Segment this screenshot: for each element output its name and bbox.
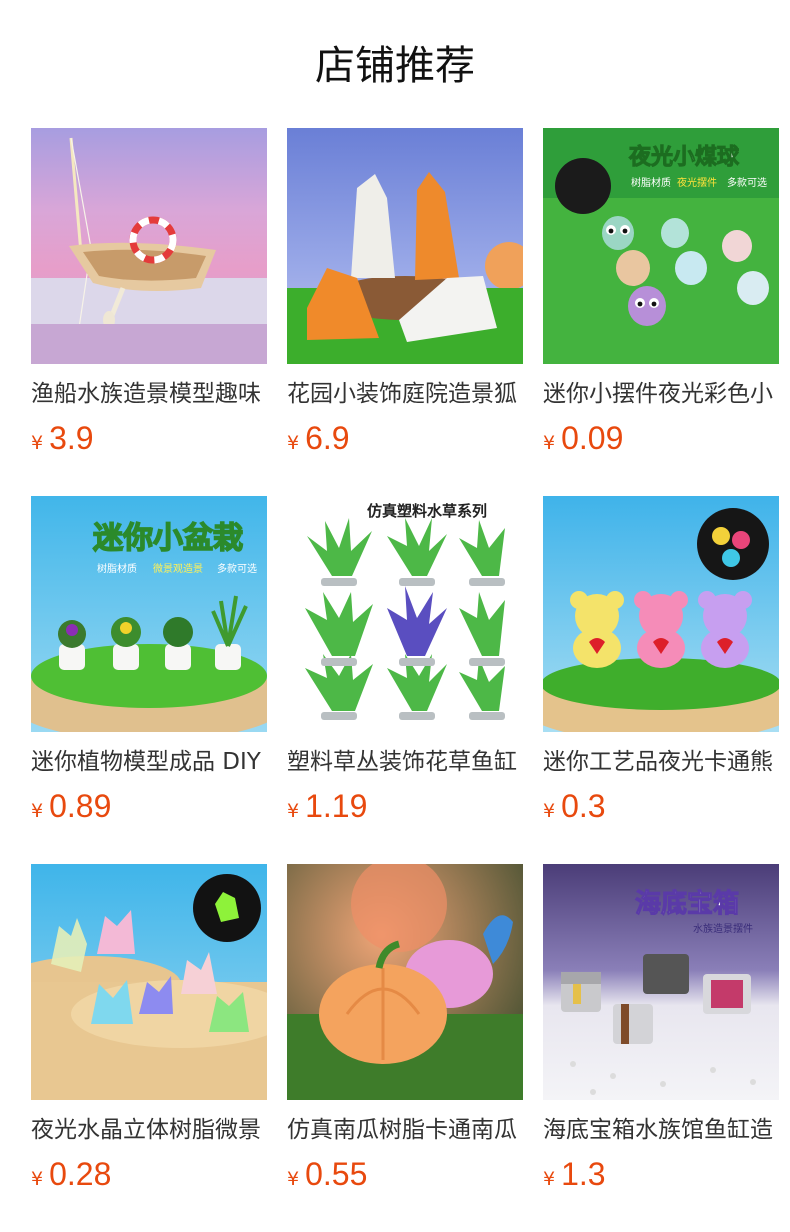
product-price: ¥0.89	[31, 786, 267, 826]
banner-subtitle: 水族造景摆件	[693, 922, 753, 935]
product-name[interactable]: 花园小装饰庭院造景狐	[287, 378, 523, 410]
product-image-fox-figurines[interactable]	[287, 128, 523, 364]
product-price: ¥0.28	[31, 1154, 267, 1194]
product-name[interactable]: 夜光水晶立体树脂微景	[31, 1114, 267, 1146]
product-name[interactable]: 渔船水族造景模型趣味	[31, 378, 267, 410]
product-price: ¥0.55	[287, 1154, 523, 1194]
banner-tag: 多款可选	[727, 176, 767, 189]
product-image-plastic-water-plants[interactable]: 仿真塑料水草系列	[287, 496, 523, 732]
currency-symbol: ¥	[31, 800, 44, 822]
currency-symbol: ¥	[543, 800, 556, 822]
banner-tag: 夜光摆件	[677, 176, 717, 189]
product-image-resin-pumpkins[interactable]	[287, 864, 523, 1100]
product-image-glow-soot-balls[interactable]: 夜光小煤球 树脂材质 夜光摆件 多款可选	[543, 128, 779, 364]
product-card[interactable]: 海底宝箱 水族造景摆件 海底宝箱水族馆鱼缸造 ¥1.3	[543, 864, 779, 1194]
banner-title: 海底宝箱	[635, 888, 739, 919]
product-name[interactable]: 塑料草丛装饰花草鱼缸	[287, 746, 523, 778]
currency-symbol: ¥	[287, 800, 300, 822]
price-value: 0.3	[561, 788, 606, 824]
product-name[interactable]: 迷你小摆件夜光彩色小	[543, 378, 779, 410]
product-name[interactable]: 迷你工艺品夜光卡通熊	[543, 746, 779, 778]
currency-symbol: ¥	[31, 432, 44, 454]
product-image-treasure-chests[interactable]: 海底宝箱 水族造景摆件	[543, 864, 779, 1100]
currency-symbol: ¥	[543, 432, 556, 454]
banner-title: 夜光小煤球	[628, 144, 740, 170]
page-title: 店铺推荐	[315, 43, 475, 89]
product-price: ¥0.3	[543, 786, 779, 826]
currency-symbol: ¥	[543, 1168, 556, 1190]
price-value: 1.3	[561, 1156, 606, 1192]
product-card[interactable]: 渔船水族造景模型趣味 ¥3.9	[31, 128, 267, 458]
banner-tag: 微景观造景	[153, 562, 203, 575]
product-image-fishing-boat[interactable]	[31, 128, 267, 364]
product-name[interactable]: 迷你植物模型成品 DIY	[31, 746, 267, 778]
price-value: 3.9	[49, 420, 94, 456]
product-price: ¥1.3	[543, 1154, 779, 1194]
product-card[interactable]: 迷你工艺品夜光卡通熊 ¥0.3	[543, 496, 779, 826]
product-price: ¥0.09	[543, 418, 779, 458]
product-image-glow-bears[interactable]	[543, 496, 779, 732]
price-value: 6.9	[305, 420, 350, 456]
price-value: 0.89	[49, 788, 112, 824]
price-value: 0.28	[49, 1156, 112, 1192]
currency-symbol: ¥	[31, 1168, 44, 1190]
product-image-glow-crystals[interactable]	[31, 864, 267, 1100]
price-value: 0.09	[561, 420, 624, 456]
product-card[interactable]: 夜光小煤球 树脂材质 夜光摆件 多款可选 迷你小摆件夜光彩色小 ¥0.09	[543, 128, 779, 458]
product-price: ¥1.19	[287, 786, 523, 826]
banner-tag: 多款可选	[217, 562, 257, 575]
currency-symbol: ¥	[287, 432, 300, 454]
product-card[interactable]: 迷你小盆栽 树脂材质 微景观造景 多款可选 迷你植物模型成品 DIY ¥0.89	[31, 496, 267, 826]
product-card[interactable]: 夜光水晶立体树脂微景 ¥0.28	[31, 864, 267, 1194]
product-card[interactable]: 花园小装饰庭院造景狐 ¥6.9	[287, 128, 523, 458]
banner-tag: 树脂材质	[97, 562, 137, 575]
product-price: ¥3.9	[31, 418, 267, 458]
banner-tag: 树脂材质	[631, 176, 671, 189]
banner-title: 仿真塑料水草系列	[367, 502, 487, 520]
currency-symbol: ¥	[287, 1168, 300, 1190]
product-card[interactable]: 仿真南瓜树脂卡通南瓜 ¥0.55	[287, 864, 523, 1194]
product-image-mini-potted-plants[interactable]: 迷你小盆栽 树脂材质 微景观造景 多款可选	[31, 496, 267, 732]
product-name[interactable]: 海底宝箱水族馆鱼缸造	[543, 1114, 779, 1146]
price-value: 1.19	[305, 788, 368, 824]
banner-title: 迷你小盆栽	[93, 521, 243, 556]
product-price: ¥6.9	[287, 418, 523, 458]
product-name[interactable]: 仿真南瓜树脂卡通南瓜	[287, 1114, 523, 1146]
price-value: 0.55	[305, 1156, 368, 1192]
product-card[interactable]: 仿真塑料水草系列 塑料草丛装饰花草鱼缸 ¥ 1.19	[287, 496, 523, 826]
